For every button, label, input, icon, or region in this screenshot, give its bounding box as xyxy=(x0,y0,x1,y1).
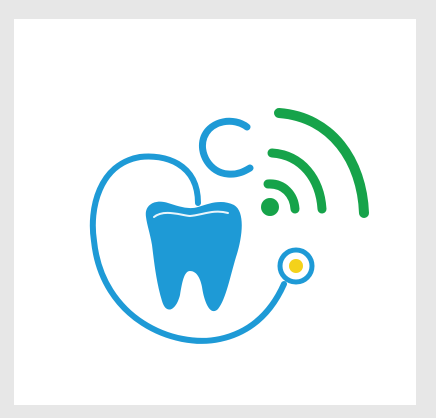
chestpiece-center xyxy=(289,259,303,273)
stethoscope-earpiece xyxy=(199,117,254,178)
tooth-shape xyxy=(145,201,242,312)
screenshot-canvas xyxy=(0,0,436,418)
wifi-dot xyxy=(261,198,279,216)
tele-dentistry-logo-icon xyxy=(89,108,369,344)
logo-card xyxy=(14,19,416,405)
